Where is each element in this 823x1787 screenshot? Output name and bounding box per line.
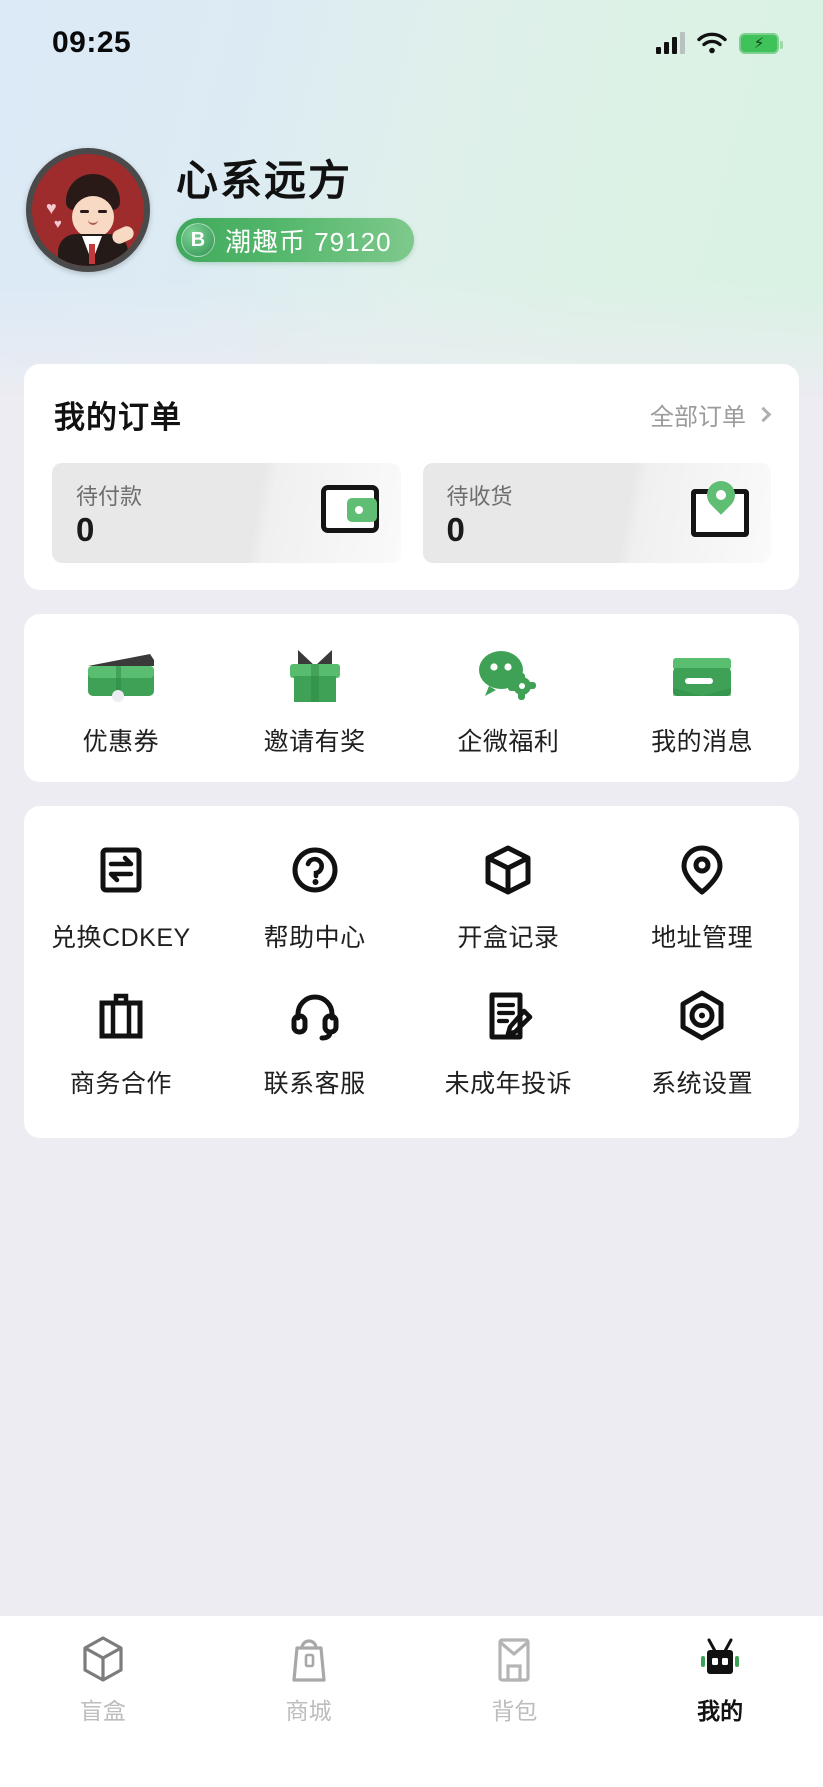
tool-item-open-box-record[interactable]: 开盒记录 bbox=[412, 840, 606, 954]
tab-blind-box[interactable]: 盲盒 bbox=[0, 1616, 206, 1787]
orders-tiles: 待付款 0 待收货 0 bbox=[24, 437, 799, 563]
tab-label: 盲盒 bbox=[79, 1698, 126, 1724]
tool-item-label: 兑换CDKEY bbox=[51, 924, 191, 952]
wallet-icon bbox=[320, 485, 379, 533]
order-tile-label: 待收货 bbox=[446, 484, 513, 509]
promo-item-invite[interactable]: 邀请有奖 bbox=[218, 642, 412, 758]
document-pen-complaint-icon bbox=[480, 986, 536, 1046]
tab-label: 背包 bbox=[491, 1698, 538, 1724]
promo-item-coupon[interactable]: 优惠券 bbox=[24, 642, 218, 758]
order-tile-pending-payment[interactable]: 待付款 0 bbox=[52, 463, 401, 563]
tab-label: 我的 bbox=[697, 1698, 744, 1724]
chevron-right-icon bbox=[755, 406, 772, 423]
order-tile-count: 0 bbox=[446, 511, 465, 548]
tool-item-label: 商务合作 bbox=[69, 1070, 172, 1098]
promo-item-messages[interactable]: 我的消息 bbox=[605, 642, 799, 758]
tool-item-contact-support[interactable]: 联系客服 bbox=[218, 986, 412, 1100]
coupon-ticket-icon bbox=[82, 642, 160, 708]
status-time: 09:25 bbox=[52, 26, 132, 59]
promo-grid-card: 优惠券 邀请有奖 企微福利 我的消息 bbox=[24, 614, 799, 782]
tool-item-address-manage[interactable]: 地址管理 bbox=[605, 840, 799, 954]
status-bar: 09:25 ⚡ bbox=[0, 0, 823, 86]
shopping-bag-icon bbox=[287, 1634, 331, 1684]
order-tile-pending-receipt[interactable]: 待收货 0 bbox=[422, 463, 771, 563]
tool-item-redeem-cdkey[interactable]: 兑换CDKEY bbox=[24, 840, 218, 954]
coin-badge-icon: B bbox=[181, 223, 215, 258]
tab-mine[interactable]: 我的 bbox=[617, 1616, 823, 1787]
question-help-icon bbox=[287, 840, 343, 900]
tab-backpack[interactable]: 背包 bbox=[412, 1616, 618, 1787]
tool-item-label: 帮助中心 bbox=[263, 924, 366, 952]
blind-box-cube-icon bbox=[80, 1634, 126, 1684]
gift-box-icon bbox=[276, 642, 354, 708]
wifi-icon bbox=[697, 32, 727, 54]
tool-item-minor-complaint[interactable]: 未成年投诉 bbox=[412, 986, 606, 1100]
briefcase-icon bbox=[93, 986, 149, 1046]
promo-item-label: 我的消息 bbox=[651, 728, 754, 756]
location-pin-icon bbox=[674, 840, 730, 900]
tab-label: 商城 bbox=[285, 1698, 332, 1724]
exchange-cdkey-icon bbox=[93, 840, 149, 900]
robot-profile-icon bbox=[697, 1634, 743, 1684]
all-orders-label: 全部订单 bbox=[650, 404, 746, 431]
promo-grid: 优惠券 邀请有奖 企微福利 我的消息 bbox=[24, 614, 799, 758]
tool-item-label: 联系客服 bbox=[263, 1070, 366, 1098]
tools-grid: 兑换CDKEY 帮助中心 开盒记录 地址管理 商务合作 联系客服 未成年投诉 系… bbox=[24, 806, 799, 1100]
profile-nickname: 心系远方 bbox=[176, 156, 353, 204]
all-orders-link[interactable]: 全部订单 bbox=[650, 397, 772, 432]
coin-balance-pill[interactable]: B 潮趣币 79120 bbox=[176, 218, 414, 263]
my-orders-card: 我的订单 全部订单 待付款 0 待收货 0 bbox=[24, 364, 799, 590]
bottom-tab-bar: 盲盒 商城 背包 我的 bbox=[0, 1615, 823, 1787]
tool-item-business-cooperation[interactable]: 商务合作 bbox=[24, 986, 218, 1100]
headset-support-icon bbox=[287, 986, 343, 1046]
tab-mall[interactable]: 商城 bbox=[206, 1616, 412, 1787]
promo-item-label: 企微福利 bbox=[457, 728, 560, 756]
tools-grid-card: 兑换CDKEY 帮助中心 开盒记录 地址管理 商务合作 联系客服 未成年投诉 系… bbox=[24, 806, 799, 1138]
open-box-record-icon bbox=[480, 840, 536, 900]
parcel-location-icon bbox=[691, 475, 749, 537]
page-title: 我的订单 bbox=[54, 400, 182, 435]
backpack-envelope-icon bbox=[492, 1634, 536, 1684]
cellular-signal-icon bbox=[656, 32, 685, 54]
status-indicators: ⚡ bbox=[656, 32, 783, 54]
tool-item-label: 系统设置 bbox=[651, 1070, 754, 1098]
profile-text: 心系远方 B 潮趣币 79120 bbox=[176, 156, 414, 263]
tool-item-help-center[interactable]: 帮助中心 bbox=[218, 840, 412, 954]
promo-item-wecom-benefit[interactable]: 企微福利 bbox=[412, 642, 606, 758]
order-tile-label: 待付款 bbox=[76, 484, 143, 509]
hexagon-settings-icon bbox=[674, 986, 730, 1046]
order-tile-count: 0 bbox=[76, 511, 95, 548]
tool-item-system-settings[interactable]: 系统设置 bbox=[605, 986, 799, 1100]
message-envelope-icon bbox=[663, 642, 741, 708]
tool-item-label: 开盒记录 bbox=[457, 924, 560, 952]
wechat-work-benefit-icon bbox=[469, 642, 547, 708]
coin-balance-text: 潮趣币 79120 bbox=[225, 226, 392, 257]
tool-item-label: 未成年投诉 bbox=[444, 1070, 573, 1098]
orders-header: 我的订单 全部订单 bbox=[24, 364, 799, 437]
promo-item-label: 邀请有奖 bbox=[263, 728, 366, 756]
battery-charging-icon: ⚡ bbox=[739, 32, 783, 54]
promo-item-label: 优惠券 bbox=[82, 728, 160, 756]
profile-header[interactable]: ♥ ♥ 心系远方 B 潮趣币 79120 bbox=[26, 148, 414, 272]
app-screen: 09:25 ⚡ ♥ ♥ 心系远方 B 潮趣币 79120 我的订单 全部订单 待… bbox=[0, 0, 823, 1787]
tool-item-label: 地址管理 bbox=[651, 924, 754, 952]
avatar[interactable]: ♥ ♥ bbox=[26, 148, 150, 272]
